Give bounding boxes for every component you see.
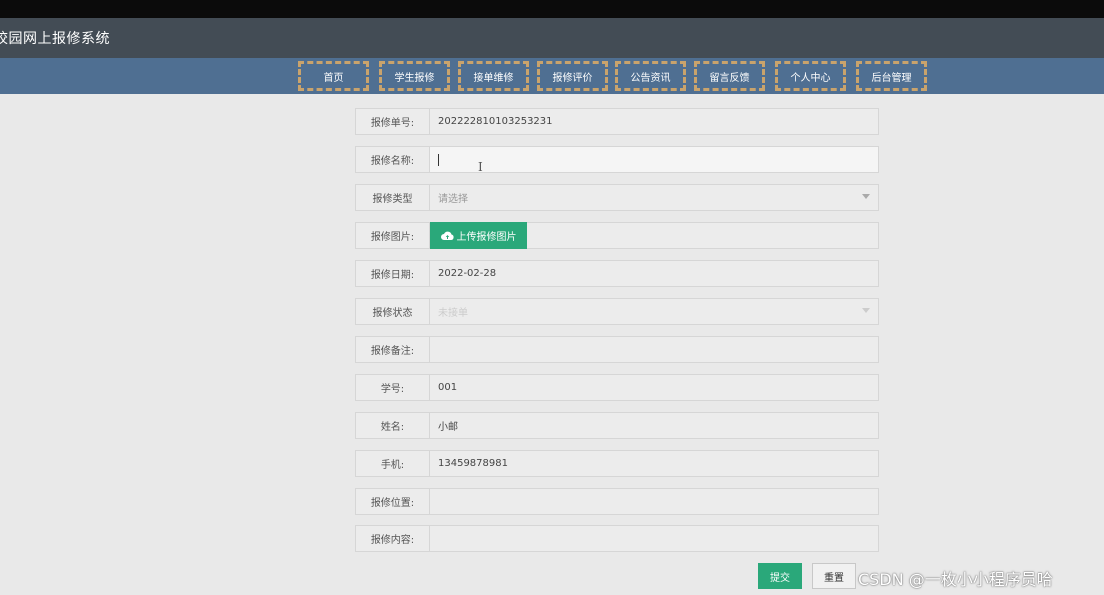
form-row-repair-name: 报修名称: <box>355 146 879 173</box>
nav-personal-center[interactable]: 个人中心 <box>775 61 846 91</box>
nav-feedback[interactable]: 留言反馈 <box>694 61 765 91</box>
window-top-strip <box>0 0 1104 18</box>
nav-accept-repair[interactable]: 接单维修 <box>458 61 529 91</box>
site-title: 校园网上报修系统 <box>0 31 110 47</box>
nav-student-repair[interactable]: 学生报修 <box>379 61 450 91</box>
nav-announcements[interactable]: 公告资讯 <box>615 61 686 91</box>
content-label: 报修内容: <box>355 525 430 552</box>
form-row-repair-no: 报修单号: 202222810103253231 <box>355 108 879 135</box>
repair-no-label: 报修单号: <box>355 108 430 135</box>
form-row-name: 姓名: 小邮 <box>355 412 879 439</box>
form-row-phone: 手机: 13459878981 <box>355 450 879 477</box>
text-caret <box>438 153 439 166</box>
form-row-location: 报修位置: <box>355 488 879 515</box>
repair-image-label: 报修图片: <box>355 222 430 249</box>
phone-input[interactable]: 13459878981 <box>430 450 879 477</box>
student-id-input[interactable]: 001 <box>430 374 879 401</box>
repair-remark-label: 报修备注: <box>355 336 430 363</box>
upload-image-button[interactable]: 上传报修图片 <box>430 222 527 249</box>
submit-button[interactable]: 提交 <box>758 563 802 589</box>
repair-name-input[interactable] <box>430 146 879 173</box>
form-row-repair-image: 报修图片: 上传报修图片 <box>355 222 879 249</box>
csdn-watermark: CSDN @一枚小小程序员哈 <box>858 570 1053 589</box>
chevron-down-icon <box>862 308 870 313</box>
nav-repair-review[interactable]: 报修评价 <box>537 61 608 91</box>
text-cursor-icon: I <box>478 160 483 174</box>
phone-label: 手机: <box>355 450 430 477</box>
chevron-down-icon <box>862 194 870 199</box>
form-row-repair-status: 报修状态 未接单 <box>355 298 879 325</box>
nav-admin[interactable]: 后台管理 <box>856 61 927 91</box>
repair-no-input[interactable]: 202222810103253231 <box>430 108 879 135</box>
location-input[interactable] <box>430 488 879 515</box>
repair-type-select[interactable]: 请选择 <box>430 184 879 211</box>
repair-date-label: 报修日期: <box>355 260 430 287</box>
form-row-repair-type: 报修类型 请选择 <box>355 184 879 211</box>
form-row-student-id: 学号: 001 <box>355 374 879 401</box>
repair-date-input[interactable]: 2022-02-28 <box>430 260 879 287</box>
upload-image-label: 上传报修图片 <box>456 232 517 243</box>
nav-home[interactable]: 首页 <box>298 61 369 91</box>
site-header: 校园网上报修系统 <box>0 18 1104 58</box>
repair-status-label: 报修状态 <box>355 298 430 325</box>
name-input[interactable]: 小邮 <box>430 412 879 439</box>
repair-type-label: 报修类型 <box>355 184 430 211</box>
name-label: 姓名: <box>355 412 430 439</box>
repair-remark-input[interactable] <box>430 336 879 363</box>
student-id-label: 学号: <box>355 374 430 401</box>
location-label: 报修位置: <box>355 488 430 515</box>
cloud-upload-icon <box>440 231 454 240</box>
repair-status-placeholder: 未接单 <box>438 308 468 319</box>
main-nav: 首页 学生报修 接单维修 报修评价 公告资讯 留言反馈 个人中心 后台管理 <box>0 58 1104 94</box>
form-row-content: 报修内容: <box>355 525 879 552</box>
repair-name-label: 报修名称: <box>355 146 430 173</box>
reset-button[interactable]: 重置 <box>812 563 856 589</box>
repair-type-placeholder: 请选择 <box>438 194 468 205</box>
form-row-repair-date: 报修日期: 2022-02-28 <box>355 260 879 287</box>
form-row-repair-remark: 报修备注: <box>355 336 879 363</box>
content-input[interactable] <box>430 525 879 552</box>
repair-status-select[interactable]: 未接单 <box>430 298 879 325</box>
